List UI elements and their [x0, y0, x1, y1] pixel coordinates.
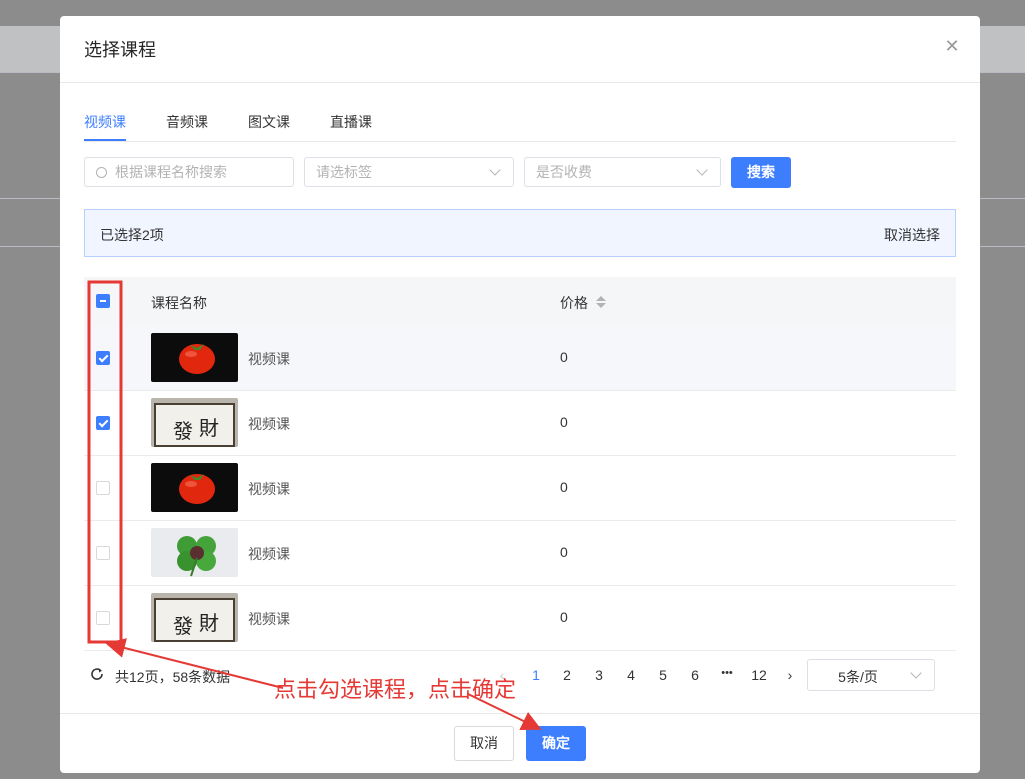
- blurred-title: [292, 521, 504, 585]
- course-name: 视频课: [248, 416, 290, 432]
- selection-info-bar: 已选择2项 取消选择: [84, 209, 956, 257]
- course-search-input[interactable]: [115, 158, 285, 186]
- page-5[interactable]: 5: [653, 667, 673, 683]
- row-checkbox[interactable]: [96, 351, 110, 365]
- search-icon: [96, 167, 107, 178]
- cancel-button[interactable]: 取消: [454, 726, 514, 761]
- svg-text:發: 發: [173, 614, 193, 638]
- course-price: 0: [560, 479, 568, 495]
- chevron-down-icon: [489, 164, 501, 176]
- course-name: 视频课: [248, 546, 290, 562]
- row-checkbox[interactable]: [96, 481, 110, 495]
- blurred-title: [292, 326, 504, 390]
- tab-audio[interactable]: 音频课: [166, 112, 208, 132]
- annotation-text: 点击勾选课程，点击确定: [274, 678, 517, 703]
- page-4[interactable]: 4: [621, 667, 641, 683]
- row-checkbox[interactable]: [96, 546, 110, 560]
- page-6[interactable]: 6: [685, 667, 705, 683]
- tag-select-placeholder: 请选标签: [316, 164, 372, 180]
- page-2[interactable]: 2: [557, 667, 577, 683]
- next-page-button[interactable]: ›: [780, 667, 800, 683]
- table-row[interactable]: 發財 视频课 0: [84, 391, 956, 456]
- active-tab-indicator: [84, 139, 126, 141]
- fee-select[interactable]: 是否收费: [524, 157, 721, 187]
- course-name: 视频课: [248, 481, 290, 497]
- chevron-down-icon: [910, 667, 922, 679]
- page-ellipsis[interactable]: •••: [717, 667, 737, 679]
- sort-icon[interactable]: [596, 296, 606, 310]
- tab-live[interactable]: 直播课: [330, 112, 372, 132]
- course-thumbnail-clover: [151, 528, 238, 577]
- course-name: 视频课: [248, 611, 290, 627]
- course-price: 0: [560, 414, 568, 430]
- dialog-title: 选择课程: [84, 40, 156, 60]
- select-all-checkbox[interactable]: [96, 294, 110, 308]
- table-row[interactable]: 视频课 0: [84, 326, 956, 391]
- table-row[interactable]: 视频课 0: [84, 521, 956, 586]
- select-course-dialog: 选择课程 ✕ 视频课 音频课 图文课 直播课 请选标签 是否收费 搜索 已选择2…: [60, 16, 980, 773]
- tag-select[interactable]: 请选标签: [304, 157, 514, 187]
- svg-text:財: 財: [199, 611, 219, 635]
- column-header-name: 课程名称: [151, 295, 207, 311]
- course-type-tabs: 视频课 音频课 图文课 直播课: [84, 112, 956, 142]
- page-12[interactable]: 12: [749, 667, 769, 683]
- selected-count: 已选择2项: [100, 227, 164, 243]
- tab-graphic[interactable]: 图文课: [248, 112, 290, 132]
- table-header: 课程名称 价格: [84, 277, 956, 326]
- search-button[interactable]: 搜索: [731, 157, 791, 188]
- dialog-footer: 取消 确定: [60, 713, 980, 773]
- svg-text:發: 發: [173, 419, 193, 443]
- table-row[interactable]: 發財 视频课 0: [84, 586, 956, 651]
- row-checkbox[interactable]: [96, 611, 110, 625]
- course-price: 0: [560, 349, 568, 365]
- course-name: 视频课: [248, 351, 290, 367]
- tab-video[interactable]: 视频课: [84, 112, 126, 132]
- course-thumbnail-calligraphy: 發財: [151, 593, 238, 642]
- dialog-header: 选择课程 ✕: [60, 16, 980, 83]
- chevron-down-icon: [696, 164, 708, 176]
- blurred-title: [292, 456, 504, 520]
- page-size-value: 5条/页: [838, 669, 878, 685]
- page-1[interactable]: 1: [526, 667, 546, 683]
- refresh-icon[interactable]: [90, 667, 104, 681]
- course-price: 0: [560, 544, 568, 560]
- fee-select-placeholder: 是否收费: [536, 164, 592, 180]
- column-header-price: 价格: [560, 295, 588, 311]
- table-row[interactable]: 视频课 0: [84, 456, 956, 521]
- close-icon[interactable]: ✕: [942, 36, 962, 56]
- course-thumbnail-tomato: [151, 463, 238, 512]
- course-price: 0: [560, 609, 568, 625]
- blurred-title: [292, 586, 504, 650]
- confirm-button[interactable]: 确定: [526, 726, 586, 761]
- course-thumbnail-calligraphy: 發財: [151, 398, 238, 447]
- pagination-summary: 共12页，58条数据: [115, 669, 231, 685]
- course-search-field[interactable]: [84, 157, 294, 187]
- svg-text:財: 財: [199, 416, 219, 440]
- cancel-selection-link[interactable]: 取消选择: [884, 225, 940, 245]
- page-3[interactable]: 3: [589, 667, 609, 683]
- course-thumbnail-tomato: [151, 333, 238, 382]
- blurred-title: [292, 391, 504, 455]
- row-checkbox[interactable]: [96, 416, 110, 430]
- page-size-select[interactable]: 5条/页: [807, 659, 935, 691]
